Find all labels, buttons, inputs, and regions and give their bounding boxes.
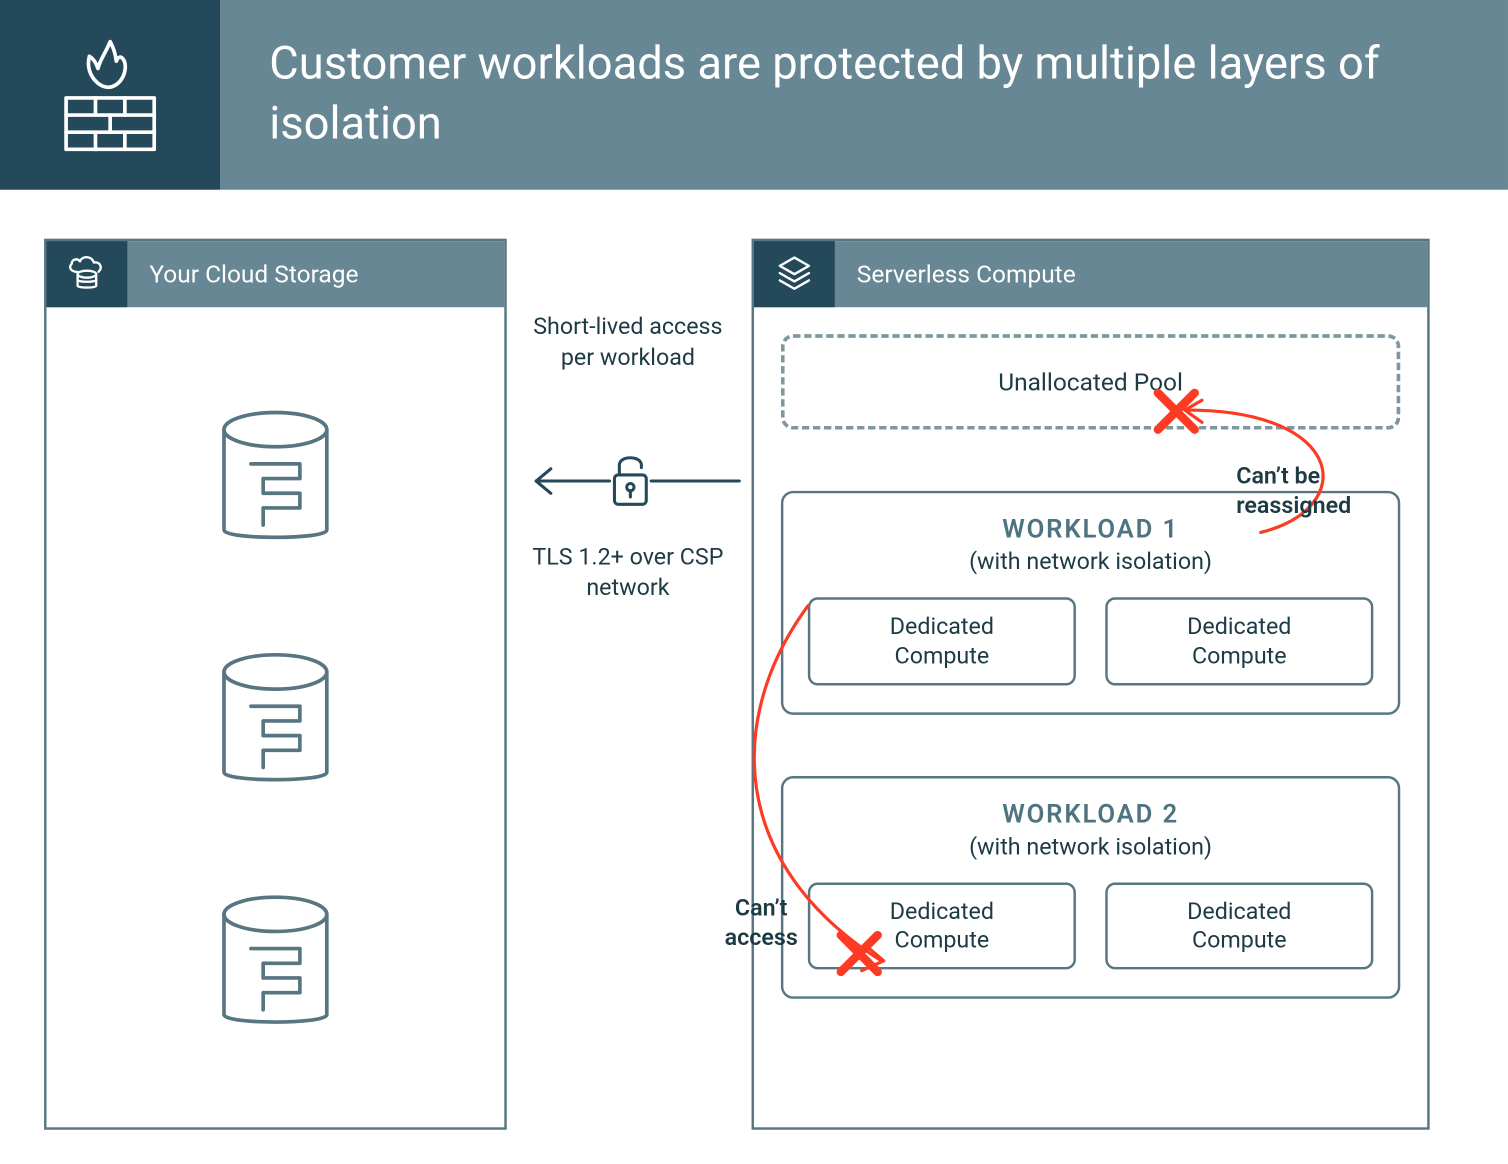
- storage-icon-list: [47, 307, 505, 1127]
- firewall-icon-box: [0, 0, 220, 190]
- diagram-content: Your Cloud Storage: [0, 190, 1508, 1164]
- workload-1-box: WORKLOAD 1 (with network isolation) Dedi…: [781, 491, 1400, 714]
- workload-1-compute-row: DedicatedCompute DedicatedCompute: [808, 597, 1373, 685]
- workload-2-box: WORKLOAD 2 (with network isolation) Dedi…: [781, 775, 1400, 998]
- workload-1-subtitle: (with network isolation): [969, 547, 1212, 575]
- dedicated-compute-box: DedicatedCompute: [1105, 882, 1373, 970]
- storage-cylinder-icon: [208, 892, 343, 1039]
- firewall-icon: [49, 34, 171, 156]
- storage-cylinder-icon: [208, 650, 343, 797]
- unallocated-pool: Unallocated Pool: [781, 334, 1400, 429]
- layers-icon: [774, 253, 816, 295]
- cloud-database-icon: [64, 251, 111, 298]
- storage-cylinder-icon: [208, 408, 343, 555]
- cant-access-label: Can’taccess: [725, 894, 798, 952]
- dedicated-compute-box: DedicatedCompute: [808, 882, 1076, 970]
- serverless-icon-box: [754, 241, 835, 307]
- dedicated-compute-box: DedicatedCompute: [808, 597, 1076, 685]
- page-header: Customer workloads are protected by mult…: [0, 0, 1508, 190]
- serverless-title: Serverless Compute: [835, 241, 1427, 307]
- tls-label: TLS 1.2+ over CSP network: [524, 542, 732, 602]
- header-title-box: Customer workloads are protected by mult…: [220, 0, 1508, 190]
- short-lived-access-label: Short-lived access per workload: [524, 312, 732, 372]
- workload-2-subtitle: (with network isolation): [969, 832, 1212, 860]
- serverless-compute-panel: Serverless Compute Unallocated Pool WORK…: [752, 239, 1430, 1130]
- serverless-content: Unallocated Pool WORKLOAD 1 (with networ…: [754, 307, 1427, 1127]
- page-title: Customer workloads are protected by mult…: [269, 36, 1459, 154]
- cant-be-reassigned-label: Can’t bereassigned: [1236, 461, 1351, 519]
- workload-2-compute-row: DedicatedCompute DedicatedCompute: [808, 882, 1373, 970]
- workload-2-title: WORKLOAD 2: [1002, 800, 1179, 829]
- serverless-header: Serverless Compute: [754, 241, 1427, 307]
- workload-1-title: WORKLOAD 1: [1002, 515, 1179, 544]
- cloud-storage-header: Your Cloud Storage: [47, 241, 505, 307]
- cloud-storage-icon-box: [47, 241, 128, 307]
- cloud-storage-panel: Your Cloud Storage: [44, 239, 507, 1130]
- unallocated-pool-label: Unallocated Pool: [998, 367, 1183, 396]
- dedicated-compute-box: DedicatedCompute: [1105, 597, 1373, 685]
- cloud-storage-title: Your Cloud Storage: [127, 241, 504, 307]
- access-arrow: [514, 457, 747, 506]
